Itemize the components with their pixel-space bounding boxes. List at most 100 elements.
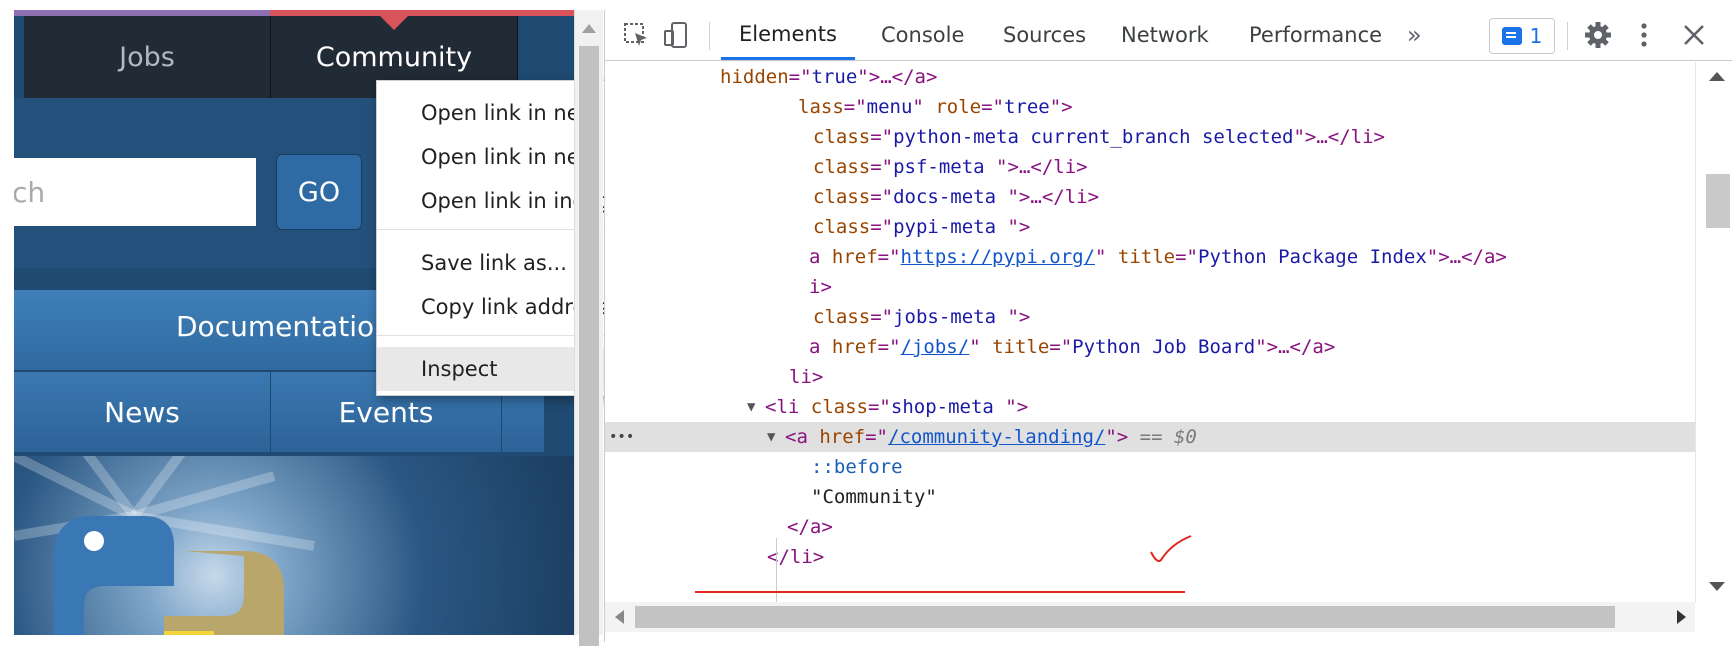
attr-name: class (813, 126, 871, 148)
dom-line[interactable]: ▼ <li class="shop-meta "> (605, 392, 1695, 422)
toolbar-divider (709, 22, 710, 50)
closing-tag: li> (789, 366, 824, 388)
attr-value: python-meta current_branch selected (893, 126, 1294, 148)
devtools-panel: Elements Console Sources Network Perform… (604, 10, 1732, 642)
page-scrollbar[interactable] (574, 10, 603, 646)
more-tabs-icon[interactable]: » (1407, 10, 1422, 60)
tab-sources[interactable]: Sources (1003, 10, 1086, 60)
attr-name: title (1117, 246, 1176, 268)
annotation-checkmark-icon (1150, 535, 1192, 562)
expand-triangle-icon[interactable]: ▼ (767, 422, 775, 452)
attr-value: shop-meta (890, 396, 1006, 418)
device-toolbar-icon-svg (664, 22, 687, 48)
scroll-down-arrow-icon[interactable] (1709, 582, 1725, 591)
attr-name: href (831, 336, 878, 358)
scroll-right-arrow-icon[interactable] (1677, 610, 1686, 624)
issues-icon (1501, 27, 1522, 45)
tab-elements[interactable]: Elements (721, 10, 855, 60)
attr-value: true (811, 66, 858, 88)
page-scrollbar-thumb[interactable] (579, 46, 599, 646)
scroll-left-arrow-icon[interactable] (615, 610, 624, 624)
attr-value: docs-meta (893, 186, 1008, 208)
menu-item-label: Copy link address (421, 295, 608, 319)
issues-count: 1 (1529, 24, 1543, 48)
dom-line-selected[interactable]: ••• ▼ <a href="/community-landing/"> == $0 (605, 422, 1695, 452)
go-button[interactable]: GO (276, 154, 362, 230)
dom-line[interactable]: "Community" (605, 482, 1695, 512)
gutter-dots-icon[interactable]: ••• (609, 422, 634, 452)
scroll-up-arrow-icon[interactable] (1709, 72, 1725, 81)
pseudo-element: ::before (811, 456, 903, 478)
attr-name: class (813, 186, 871, 208)
text-node: "Community" (811, 486, 937, 508)
attr-value: menu (866, 96, 913, 118)
dom-tree: hidden="true">…</a> lass="menu" role="tr… (605, 62, 1695, 602)
device-toolbar-icon[interactable] (661, 20, 691, 50)
tab-jobs[interactable]: Jobs (24, 16, 271, 98)
devtools-toolbar: Elements Console Sources Network Perform… (605, 10, 1732, 61)
tag-open: <li (765, 396, 800, 418)
tab-performance[interactable]: Performance (1249, 10, 1382, 60)
attr-value: pypi-meta (893, 216, 1008, 238)
attr-name: title (992, 336, 1050, 358)
attr-value: Python Job Board (1072, 336, 1256, 358)
attr-name: role (935, 96, 982, 118)
dom-line[interactable]: li> (605, 362, 1695, 392)
dom-line[interactable]: i> (605, 272, 1695, 302)
attr-name: hidden (720, 66, 789, 88)
tag-rest: …</li> (1018, 156, 1088, 178)
horizontal-scrollbar-thumb[interactable] (635, 606, 1615, 628)
dom-line[interactable]: class="python-meta current_branch select… (605, 122, 1695, 152)
search-input[interactable]: ch (14, 158, 256, 226)
dom-line[interactable]: lass="menu" role="tree"> (605, 92, 1695, 122)
tag-rest: …</li> (1030, 186, 1100, 208)
vertical-scrollbar-thumb[interactable] (1706, 174, 1730, 228)
dom-line[interactable]: ::before (605, 452, 1695, 482)
python-logo-image (14, 456, 315, 635)
closing-tag: i> (809, 276, 832, 298)
documentation-label: Documentation (176, 310, 392, 343)
attr-value: tree (1003, 96, 1050, 118)
attr-value: jobs-meta (893, 306, 1008, 328)
selected-marker: == $0 (1139, 426, 1197, 448)
href-link[interactable]: https://pypi.org/ (901, 246, 1095, 268)
dom-line[interactable]: hidden="true">…</a> (605, 62, 1695, 92)
scroll-up-arrow-icon[interactable] (582, 24, 596, 33)
dom-tree-horizontal-scrollbar[interactable] (605, 602, 1695, 632)
annotation-underline (695, 591, 1185, 593)
attr-value: psf-meta (893, 156, 997, 178)
toolbar-divider (1567, 22, 1568, 50)
tab-network[interactable]: Network (1121, 10, 1209, 60)
inspect-element-icon[interactable] (621, 20, 651, 50)
dom-line[interactable]: class="jobs-meta "> (605, 302, 1695, 332)
dom-line[interactable]: class="docs-meta ">…</li> (605, 182, 1695, 212)
tag-rest: …</a> (1278, 336, 1336, 358)
href-link[interactable]: /community-landing/ (888, 426, 1105, 448)
python-logo-hero (14, 456, 574, 635)
attr-name: class (813, 156, 871, 178)
dom-line[interactable]: class="pypi-meta "> (605, 212, 1695, 242)
gear-icon[interactable] (1583, 20, 1613, 50)
dom-tree-vertical-scrollbar[interactable] (1695, 62, 1732, 602)
nav-item-news[interactable]: News (14, 372, 271, 452)
menu-item-label: Inspect (421, 357, 498, 381)
attr-name: class (813, 216, 871, 238)
href-link[interactable]: /jobs/ (901, 336, 970, 358)
issues-badge[interactable]: 1 (1489, 18, 1555, 54)
attr-name: href (831, 246, 878, 268)
active-tab-caret (380, 16, 408, 30)
kebab-menu-icon[interactable] (1629, 20, 1659, 50)
close-icon[interactable] (1679, 20, 1709, 50)
expand-triangle-icon[interactable]: ▼ (747, 392, 755, 422)
search-placeholder: ch (14, 175, 46, 209)
dom-line[interactable]: a href="/jobs/" title="Python Job Board"… (605, 332, 1695, 362)
tag-rest: …</a> (1449, 246, 1507, 268)
tab-console[interactable]: Console (881, 10, 964, 60)
inspect-element-icon-svg (624, 23, 647, 46)
attr-value: Python Package Index (1198, 246, 1427, 268)
kebab-menu-icon-svg (1641, 23, 1647, 47)
dom-line[interactable]: class="psf-meta ">…</li> (605, 152, 1695, 182)
attr-name: class (810, 396, 868, 418)
dom-line[interactable]: a href="https://pypi.org/" title="Python… (605, 242, 1695, 272)
tag-rest: …</li> (1316, 126, 1385, 148)
